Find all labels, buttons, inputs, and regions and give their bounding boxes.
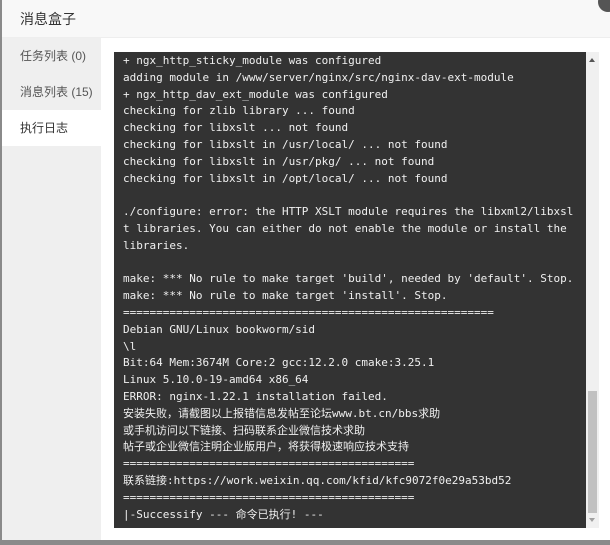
log-line: 帖子或企业微信注明企业版用户，将获得极速响应技术支持 — [123, 440, 409, 454]
dialog-title: 消息盒子 — [20, 11, 76, 27]
log-line: adding module in /www/server/nginx/src/n… — [123, 70, 514, 84]
log-line: + ngx_http_sticky_module was configured — [123, 54, 382, 67]
log-line: checking for libxslt in /usr/local/ ... … — [123, 137, 448, 151]
message-box-dialog: 消息盒子 任务列表 (0) 消息列表 (15) 执行日志 + ngx_http_… — [2, 0, 610, 540]
log-line: make: *** No rule to make target 'build'… — [123, 272, 574, 286]
log-line: Linux 5.10.0-19-amd64 x86_64 — [123, 373, 309, 387]
close-icon[interactable] — [598, 0, 610, 12]
execution-log-console: + ngx_http_sticky_module was configured a… — [114, 52, 586, 528]
scroll-down-arrow-icon[interactable] — [589, 518, 595, 522]
console-scrollbar[interactable] — [586, 52, 599, 528]
scroll-up-arrow-icon[interactable] — [589, 58, 595, 62]
log-line: Debian GNU/Linux bookworm/sid — [123, 322, 316, 336]
dialog-header: 消息盒子 — [2, 0, 610, 38]
sidebar-item-message-list[interactable]: 消息列表 (15) — [2, 74, 101, 110]
log-line: Bit:64 Mem:3674M Core:2 gcc:12.2.0 cmake… — [123, 356, 435, 370]
sidebar-item-execution-log[interactable]: 执行日志 — [2, 110, 101, 146]
log-line: ERROR: nginx-1.22.1 installation failed. — [123, 389, 388, 403]
log-line: \l — [123, 339, 137, 353]
log-line: ========================================… — [123, 457, 415, 471]
sidebar: 任务列表 (0) 消息列表 (15) 执行日志 — [2, 38, 101, 540]
log-line: ========================================… — [123, 305, 494, 319]
log-line: 联系链接:https://work.weixin.qq.com/kfid/kfc… — [123, 473, 512, 487]
log-line: ./configure: error: the HTTP XSLT module… — [123, 205, 574, 252]
log-line: checking for libxslt in /usr/pkg/ ... no… — [123, 154, 435, 168]
log-line: make: *** No rule to make target 'instal… — [123, 289, 448, 303]
scrollbar-thumb[interactable] — [588, 391, 597, 513]
log-lines: + ngx_http_sticky_module was configured a… — [114, 52, 586, 523]
log-line: + ngx_http_dav_ext_module was configured — [123, 87, 388, 101]
log-line: checking for libxslt ... not found — [123, 121, 349, 135]
log-line: ========================================… — [123, 490, 415, 504]
log-line: 安装失败，请截图以上报错信息发帖至论坛www.bt.cn/bbs求助 — [123, 406, 441, 420]
log-line: checking for zlib library ... found — [123, 104, 355, 118]
log-line: checking for libxslt in /opt/local/ ... … — [123, 171, 448, 185]
log-line: |-Successify --- 命令已执行! --- — [123, 507, 324, 521]
log-line: 或手机访问以下链接、扫码联系企业微信技术求助 — [123, 423, 365, 437]
sidebar-item-task-list[interactable]: 任务列表 (0) — [2, 38, 101, 74]
